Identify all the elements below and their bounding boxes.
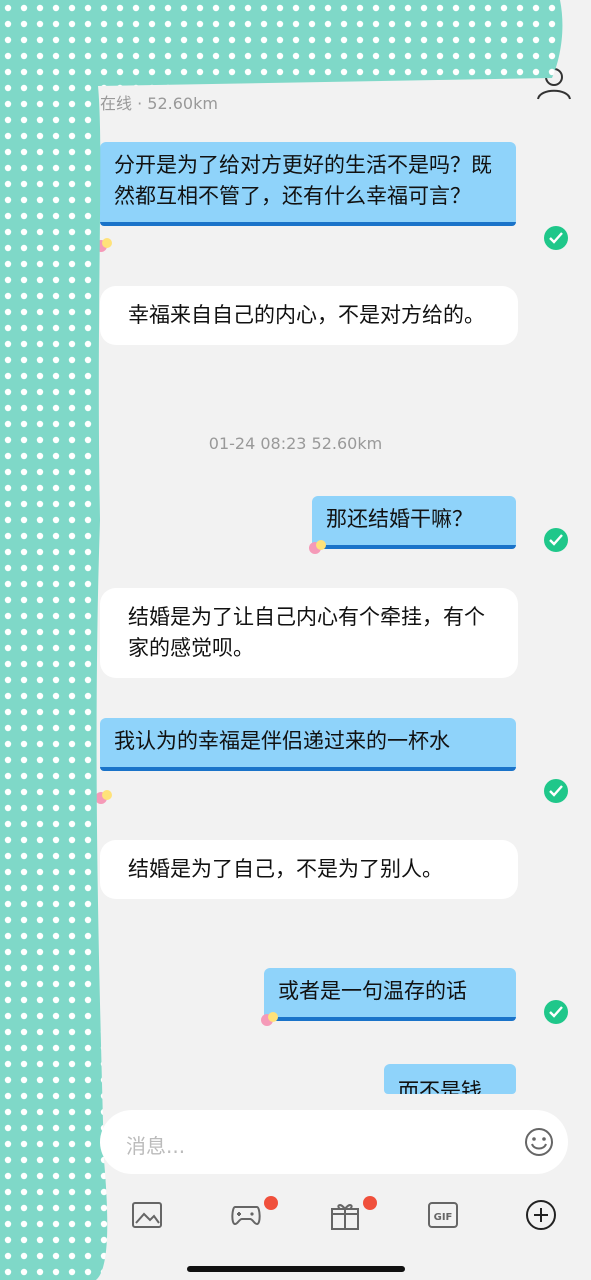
message-text: 结婚是为了让自己内心有个牵挂，有个家的感觉呗。 <box>128 605 485 660</box>
message-input-placeholder: 消息... <box>126 1134 186 1158</box>
gif-label: GIF <box>434 1212 453 1223</box>
flower-decoration-icon <box>95 238 112 252</box>
message-bubble-received[interactable]: 结婚是为了自己，不是为了别人。 <box>100 840 518 899</box>
gif-icon[interactable]: GIF <box>426 1198 460 1232</box>
plus-circle-icon[interactable] <box>524 1198 558 1232</box>
online-distance-status: 在线 · 52.60km <box>100 94 218 113</box>
game-icon[interactable] <box>229 1198 263 1232</box>
message-text: 或者是一句温存的话 <box>278 979 467 1003</box>
profile-icon[interactable] <box>535 64 573 102</box>
chat-timestamp: 01-24 08:23 52.60km <box>208 434 383 453</box>
game-notification-dot <box>264 1196 278 1210</box>
gift-notification-dot <box>363 1196 377 1210</box>
flower-decoration-icon <box>309 540 326 554</box>
message-bubble-sent[interactable]: 我认为的幸福是伴侣递过来的一杯水 <box>100 718 516 771</box>
delivered-check-icon <box>544 1000 568 1024</box>
status-bar: 28 16 <box>0 0 591 48</box>
emoji-icon[interactable] <box>524 1127 554 1157</box>
message-bubble-sent[interactable]: 或者是一句温存的话 <box>264 968 516 1021</box>
message-text: 结婚是为了自己，不是为了别人。 <box>128 857 443 881</box>
message-text: 而不是钱 <box>398 1079 482 1094</box>
status-time: 28 <box>92 14 116 34</box>
message-bubble-sent[interactable]: 而不是钱 <box>384 1064 516 1094</box>
message-text: 那还结婚干嘛？ <box>326 507 473 531</box>
image-icon[interactable] <box>130 1198 164 1232</box>
message-input-bar[interactable]: 消息... <box>100 1110 568 1174</box>
message-bubble-received[interactable]: 幸福来自自己的内心，不是对方给的。 <box>100 286 518 345</box>
message-bubble-sent[interactable]: 分开是为了给对方更好的生活不是吗？既然都互相不管了，还有什么幸福可言？ <box>100 142 516 226</box>
delivered-check-icon <box>544 528 568 552</box>
delivered-check-icon <box>544 226 568 250</box>
home-indicator <box>187 1266 405 1272</box>
message-text: 我认为的幸福是伴侣递过来的一杯水 <box>114 729 450 753</box>
gift-icon[interactable] <box>328 1198 362 1232</box>
message-bubble-sent[interactable]: 那还结婚干嘛？ <box>312 496 516 549</box>
flower-decoration-icon <box>261 1012 278 1026</box>
message-text: 分开是为了给对方更好的生活不是吗？既然都互相不管了，还有什么幸福可言？ <box>114 153 492 208</box>
message-text: 幸福来自自己的内心，不是对方给的。 <box>128 303 485 327</box>
battery-icon: 16 <box>533 18 557 31</box>
delivered-check-icon <box>544 779 568 803</box>
message-bubble-received[interactable]: 结婚是为了让自己内心有个牵挂，有个家的感觉呗。 <box>100 588 518 678</box>
flower-decoration-icon <box>95 790 112 804</box>
